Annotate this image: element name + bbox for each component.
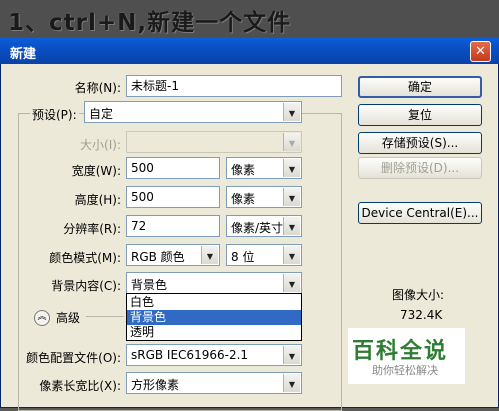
height-input[interactable]: 500	[126, 186, 220, 208]
resolution-input[interactable]: 72	[126, 215, 220, 237]
resolution-unit-select[interactable]: 像素/英寸 ▼	[226, 215, 302, 237]
height-unit-select[interactable]: 像素 ▼	[226, 186, 302, 208]
color-mode-select[interactable]: RGB 颜色 ▼	[126, 244, 220, 266]
tutorial-step-caption: 1、ctrl+N,新建一个文件	[8, 10, 292, 36]
width-input[interactable]: 500	[126, 157, 220, 179]
chevron-down-icon: ▼	[283, 346, 300, 364]
name-input[interactable]: 未标题-1	[126, 75, 342, 97]
double-chevron-up-icon[interactable]: ︽	[34, 310, 50, 326]
background-option-white[interactable]: 白色	[127, 295, 301, 310]
preset-value: 自定	[89, 107, 114, 121]
background-contents-label: 背景内容(C):	[51, 279, 121, 293]
chevron-down-icon: ▼	[283, 217, 300, 235]
background-option-transparent[interactable]: 透明	[127, 325, 301, 340]
pixel-aspect-label: 像素长宽比(X):	[39, 379, 121, 393]
reset-button[interactable]: 复位	[358, 104, 482, 126]
chevron-down-icon: ▼	[283, 103, 300, 121]
pixel-aspect-select[interactable]: 方形像素 ▼	[126, 372, 302, 394]
preset-label: 预设(P):	[30, 106, 79, 123]
preset-select[interactable]: 自定 ▼	[84, 101, 302, 123]
save-preset-button[interactable]: 存储预设(S)...	[358, 132, 482, 154]
background-contents-value: 背景色	[131, 278, 168, 292]
image-size-value: 732.4K	[400, 308, 443, 322]
delete-preset-button[interactable]: 删除预设(D)...	[358, 157, 482, 179]
chevron-down-icon: ▼	[283, 274, 300, 292]
size-select[interactable]: ▼	[126, 131, 302, 153]
watermark-subtitle: 助你轻松解决	[372, 364, 438, 377]
chevron-down-icon: ▼	[283, 133, 300, 151]
color-mode-value: RGB 颜色	[131, 250, 185, 264]
close-icon[interactable]: ✕	[470, 41, 491, 62]
height-label: 高度(H):	[74, 193, 121, 207]
color-profile-select[interactable]: sRGB IEC61966-2.1 ▼	[126, 344, 302, 366]
background-contents-select[interactable]: 背景色 ▼	[126, 272, 302, 294]
width-unit-select[interactable]: 像素 ▼	[226, 157, 302, 179]
advanced-label: 高级	[56, 311, 81, 325]
height-unit-value: 像素	[231, 192, 256, 206]
background-dropdown-list: 白色 背景色 透明	[126, 293, 302, 341]
color-profile-label: 颜色配置文件(O):	[26, 351, 121, 365]
name-label: 名称(N):	[74, 81, 121, 95]
chevron-down-icon: ▼	[283, 188, 300, 206]
chevron-down-icon: ▼	[283, 374, 300, 392]
color-profile-value: sRGB IEC61966-2.1	[131, 348, 249, 362]
bit-depth-value: 8 位	[231, 250, 255, 264]
device-central-button[interactable]: Device Central(E)...	[358, 202, 482, 224]
resolution-label: 分辨率(R):	[63, 222, 121, 236]
width-unit-value: 像素	[231, 163, 256, 177]
background-option-background-color[interactable]: 背景色	[127, 310, 301, 325]
color-mode-label: 颜色模式(M):	[49, 251, 121, 265]
advanced-divider	[86, 316, 124, 317]
watermark-title: 百科全说	[352, 339, 449, 364]
ok-button[interactable]: 确定	[358, 76, 482, 98]
dialog-titlebar	[0, 38, 499, 64]
pixel-aspect-value: 方形像素	[131, 378, 180, 392]
width-label: 宽度(W):	[71, 164, 121, 178]
chevron-down-icon: ▼	[283, 246, 300, 264]
resolution-unit-value: 像素/英寸	[231, 221, 284, 235]
chevron-down-icon: ▼	[201, 246, 218, 264]
dialog-title: 新建	[10, 47, 37, 62]
image-size-label: 图像大小:	[392, 288, 445, 302]
chevron-down-icon: ▼	[283, 159, 300, 177]
bit-depth-select[interactable]: 8 位 ▼	[226, 244, 302, 266]
size-label: 大小(I):	[80, 138, 121, 152]
